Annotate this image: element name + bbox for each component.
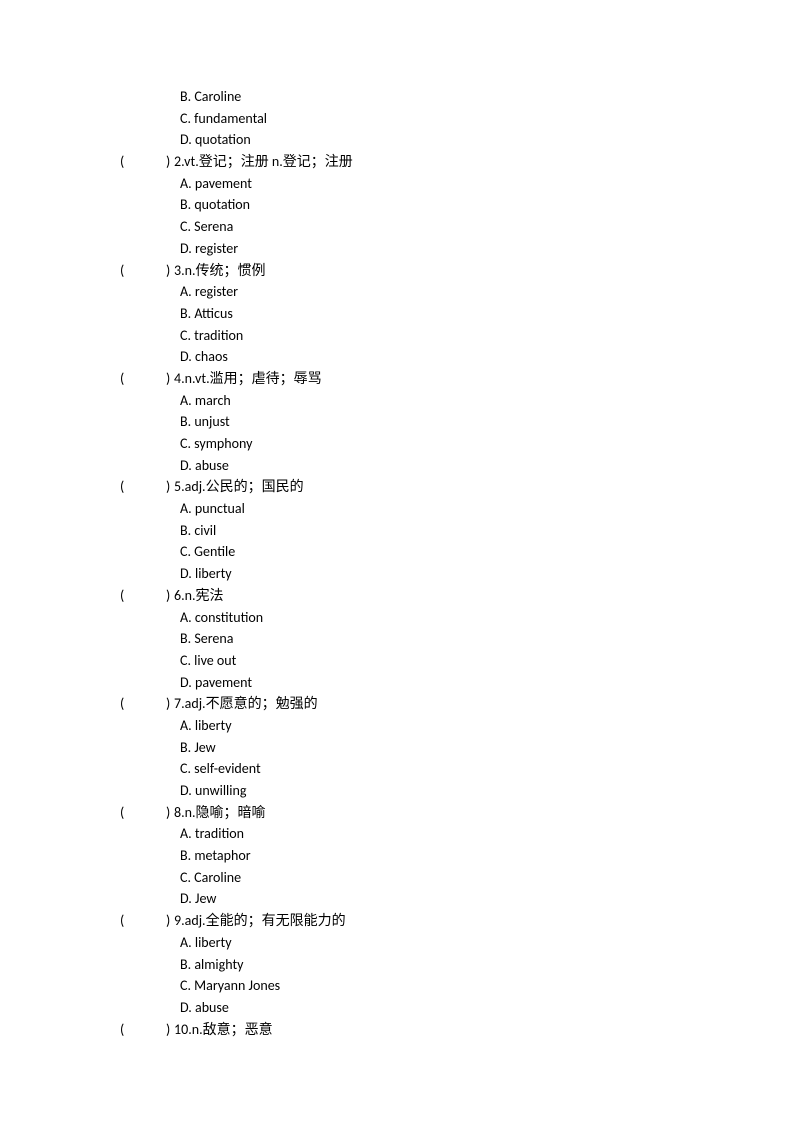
paren-left: (: [120, 693, 128, 715]
question-prompt: .adj.不愿意的；勉强的: [181, 693, 317, 715]
paren-right: ): [166, 151, 174, 173]
orphan-option: C. fundamental: [120, 108, 794, 130]
question-prompt: .n.隐喻；暗喻: [181, 802, 265, 824]
paren-right: ): [166, 802, 174, 824]
answer-blank: [128, 476, 166, 498]
paren-right: ): [166, 260, 174, 282]
option: C. live out: [120, 650, 794, 672]
option: D. unwilling: [120, 780, 794, 802]
option: A. register: [120, 281, 794, 303]
option: C. symphony: [120, 433, 794, 455]
question-line: ()2.vt.登记；注册 n.登记；注册: [120, 151, 794, 173]
option: B. Serena: [120, 628, 794, 650]
paren-left: (: [120, 260, 128, 282]
option: D. abuse: [120, 455, 794, 477]
question-prompt: .n.宪法: [181, 585, 223, 607]
option: A. march: [120, 390, 794, 412]
paren-left: (: [120, 476, 128, 498]
option: C. self-evident: [120, 758, 794, 780]
option: C. Caroline: [120, 867, 794, 889]
question-number: 7: [174, 693, 181, 715]
option: B. quotation: [120, 194, 794, 216]
option: C. Gentile: [120, 541, 794, 563]
question-prompt: .adj.公民的；国民的: [181, 476, 303, 498]
option: D. liberty: [120, 563, 794, 585]
option: A. pavement: [120, 173, 794, 195]
question-line: ()6.n.宪法: [120, 585, 794, 607]
question-number: 5: [174, 476, 181, 498]
option: D. register: [120, 238, 794, 260]
question-line: ()8.n.隐喻；暗喻: [120, 802, 794, 824]
option: D. pavement: [120, 672, 794, 694]
question-number: 2: [174, 151, 181, 173]
answer-blank: [128, 802, 166, 824]
option: A. tradition: [120, 823, 794, 845]
paren-right: ): [166, 1019, 174, 1041]
paren-right: ): [166, 693, 174, 715]
question-line: ()5.adj.公民的；国民的: [120, 476, 794, 498]
question-line: ()3.n.传统；惯例: [120, 260, 794, 282]
option: A. liberty: [120, 715, 794, 737]
paren-right: ): [166, 368, 174, 390]
question-line: ()4.n.vt.滥用；虐待；辱骂: [120, 368, 794, 390]
paren-left: (: [120, 1019, 128, 1041]
paren-right: ): [166, 585, 174, 607]
question-number: 4: [174, 368, 181, 390]
option: C. tradition: [120, 325, 794, 347]
option: B. metaphor: [120, 845, 794, 867]
paren-left: (: [120, 802, 128, 824]
option: B. Jew: [120, 737, 794, 759]
question-number: 3: [174, 260, 181, 282]
question-line: ()10.n.敌意；恶意: [120, 1019, 794, 1041]
question-prompt: .adj.全能的；有无限能力的: [181, 910, 345, 932]
orphan-option: D. quotation: [120, 129, 794, 151]
answer-blank: [128, 1019, 166, 1041]
answer-blank: [128, 693, 166, 715]
question-number: 10: [174, 1019, 188, 1041]
answer-blank: [128, 151, 166, 173]
option: B. almighty: [120, 954, 794, 976]
option: D. Jew: [120, 888, 794, 910]
option: C. Serena: [120, 216, 794, 238]
document-content: B. CarolineC. fundamentalD. quotation()2…: [120, 86, 794, 1040]
question-number: 8: [174, 802, 181, 824]
question-number: 6: [174, 585, 181, 607]
question-prompt: .n.传统；惯例: [181, 260, 265, 282]
answer-blank: [128, 585, 166, 607]
paren-left: (: [120, 585, 128, 607]
option: D. abuse: [120, 997, 794, 1019]
answer-blank: [128, 910, 166, 932]
paren-left: (: [120, 368, 128, 390]
option: A. constitution: [120, 607, 794, 629]
option: D. chaos: [120, 346, 794, 368]
question-prompt: .vt.登记；注册 n.登记；注册: [181, 151, 353, 173]
question-prompt: .n.敌意；恶意: [188, 1019, 272, 1041]
answer-blank: [128, 260, 166, 282]
option: B. unjust: [120, 411, 794, 433]
paren-right: ): [166, 910, 174, 932]
paren-right: ): [166, 476, 174, 498]
paren-left: (: [120, 910, 128, 932]
option: B. Atticus: [120, 303, 794, 325]
question-prompt: .n.vt.滥用；虐待；辱骂: [181, 368, 322, 390]
orphan-option: B. Caroline: [120, 86, 794, 108]
option: A. liberty: [120, 932, 794, 954]
option: B. civil: [120, 520, 794, 542]
question-number: 9: [174, 910, 181, 932]
question-line: ()9.adj.全能的；有无限能力的: [120, 910, 794, 932]
option: C. Maryann Jones: [120, 975, 794, 997]
question-line: ()7.adj.不愿意的；勉强的: [120, 693, 794, 715]
paren-left: (: [120, 151, 128, 173]
answer-blank: [128, 368, 166, 390]
option: A. punctual: [120, 498, 794, 520]
